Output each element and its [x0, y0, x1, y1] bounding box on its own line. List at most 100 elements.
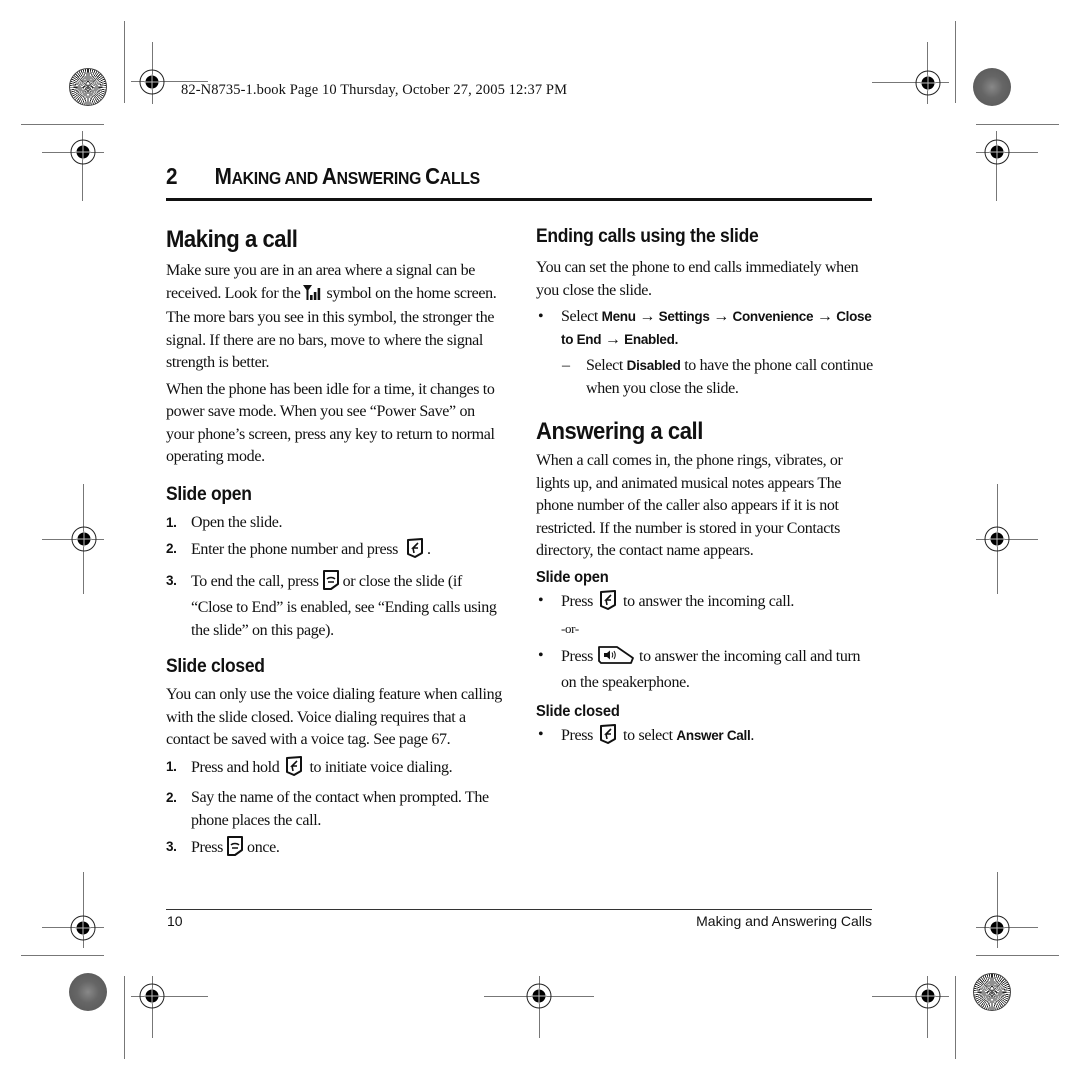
- text: to select: [623, 726, 673, 744]
- left-column: Making a call Make sure you are in an ar…: [166, 226, 506, 864]
- registration-mark-icon: [138, 982, 166, 1010]
- send-key-icon: [599, 723, 617, 752]
- crop-line: [124, 21, 125, 103]
- chapter-heading: 2 MAKING AND ANSWERING CALLS: [166, 163, 480, 190]
- option-name: Disabled: [626, 358, 681, 373]
- answer-slide-open-bullets: • Press to answer the incoming call. -or- …: [536, 589, 876, 695]
- slide-closed-steps: 1. Press and hold to initiate voice dialin…: [166, 755, 506, 864]
- registration-mark-icon: [983, 525, 1011, 553]
- text: Press: [561, 592, 594, 610]
- chapter-title: MAKING AND ANSWERING CALLS: [214, 163, 481, 189]
- signal-strength-icon: [303, 284, 323, 308]
- step-text: Open the slide.: [191, 513, 283, 531]
- step-text: .: [426, 541, 431, 558]
- section-heading-making-call: Making a call: [166, 226, 298, 253]
- bullet-item: • Press to answer the incoming call.: [536, 589, 876, 618]
- text: Press: [561, 726, 594, 744]
- ending-bullets: • Select Menu → Settings → Convenience → …: [536, 306, 876, 351]
- text: Press: [561, 647, 594, 665]
- registration-mark-icon: [138, 68, 166, 96]
- crop-line: [955, 21, 956, 103]
- subheading-answer-slide-open: Slide open: [536, 568, 609, 586]
- answer-slide-closed-bullets: • Press to select Answer Call.: [536, 723, 876, 752]
- arrow-icon: →: [604, 330, 621, 348]
- arrow-icon: →: [816, 308, 833, 325]
- chapter-rule: [166, 198, 872, 201]
- registration-mark-icon: [983, 138, 1011, 166]
- bullet-icon: •: [538, 308, 544, 325]
- registration-mark-icon: [914, 982, 942, 1010]
- step-item: 1. Open the slide.: [166, 512, 506, 535]
- step-text: To end the call, press: [191, 572, 319, 590]
- color-bar-gray-icon: [69, 973, 107, 1011]
- step-text: Press and hold: [191, 758, 280, 776]
- answering-para: When a call comes in, the phone rings, v…: [536, 452, 843, 559]
- right-column: Ending calls using the slide You can set…: [536, 226, 876, 751]
- send-key-icon: [285, 755, 303, 784]
- dash-icon: –: [562, 357, 570, 374]
- or-separator: -or-: [536, 618, 876, 641]
- step-item: 1. Press and hold to initiate voice dialin…: [166, 755, 506, 784]
- step-item: 2. Enter the phone number and press.: [166, 538, 506, 566]
- step-item: 3. Press once.: [166, 836, 506, 864]
- chapter-number: 2: [166, 163, 178, 189]
- step-text: Say the name of the contact when prompte…: [191, 789, 489, 829]
- step-text: Press: [191, 839, 224, 856]
- step-number: 2.: [166, 790, 177, 805]
- subheading-slide-open: Slide open: [166, 483, 252, 505]
- print-slug: 82-N8735-1.book Page 10 Thursday, Octobe…: [181, 82, 568, 98]
- section-heading-answering-call: Answering a call: [536, 418, 703, 445]
- step-item: 3. To end the call, press or close the sli…: [166, 569, 506, 643]
- menu-path-item: Convenience: [732, 309, 814, 324]
- bullet-icon: •: [538, 591, 544, 609]
- step-number: 2.: [166, 541, 177, 556]
- chapter-title-cap: C: [425, 163, 440, 189]
- crop-line: [124, 976, 125, 1059]
- end-key-icon: [226, 836, 244, 864]
- registration-mark-icon: [983, 914, 1011, 942]
- step-text: Enter the phone number and press: [191, 541, 398, 558]
- end-key-icon: [322, 569, 340, 598]
- step-number: 1.: [166, 514, 177, 530]
- crop-line: [955, 976, 956, 1059]
- subheading-ending-calls: Ending calls using the slide: [536, 226, 759, 247]
- chapter-title-smallcaps: NSWERING: [336, 168, 426, 188]
- bullet-icon: •: [538, 725, 544, 743]
- footer-section-title: Making and Answering Calls: [696, 913, 872, 929]
- chapter-title-cap: M: [214, 163, 232, 189]
- registration-mark-icon: [914, 69, 942, 97]
- color-bar-starburst-icon: [69, 68, 107, 106]
- crop-line: [976, 124, 1059, 125]
- crop-line: [21, 124, 104, 125]
- subheading-answer-slide-closed: Slide closed: [536, 702, 620, 720]
- menu-path-item: Menu: [601, 309, 636, 324]
- color-bar-starburst-icon: [973, 973, 1011, 1011]
- bullet-icon: •: [538, 646, 544, 664]
- step-number: 3.: [166, 839, 177, 854]
- crop-line: [976, 955, 1059, 956]
- ending-para: You can set the phone to end calls immed…: [536, 259, 859, 299]
- step-item: 2. Say the name of the contact when promp…: [166, 787, 506, 832]
- speaker-key-icon: [597, 645, 635, 673]
- sub-bullet-item: – Select Disabled to have the phone call …: [536, 355, 876, 400]
- footer-page-number: 10: [167, 913, 183, 929]
- registration-mark-icon: [69, 138, 97, 166]
- arrow-icon: →: [713, 308, 729, 325]
- subheading-slide-closed: Slide closed: [166, 656, 265, 677]
- slide-open-steps: 1. Open the slide. 2. Enter the phone numb…: [166, 512, 506, 643]
- footer-rule: [166, 909, 872, 910]
- bullet-item: • Press to select Answer Call.: [536, 723, 876, 752]
- chapter-title-cap: A: [321, 163, 337, 189]
- text: to answer the incoming call.: [623, 592, 795, 610]
- chapter-title-smallcaps: ALLS: [439, 168, 480, 188]
- arrow-icon: →: [639, 308, 656, 325]
- step-number: 1.: [166, 758, 177, 774]
- making-call-para-2: When the phone has been idle for a time,…: [166, 380, 495, 466]
- text: .: [750, 726, 755, 744]
- chapter-title-smallcaps: AKING AND: [231, 168, 322, 188]
- step-text: once.: [247, 839, 280, 856]
- send-key-icon: [599, 589, 617, 618]
- text: Select: [561, 308, 598, 325]
- slide-closed-para: You can only use the voice dialing featu…: [166, 686, 502, 748]
- step-number: 3.: [166, 572, 177, 588]
